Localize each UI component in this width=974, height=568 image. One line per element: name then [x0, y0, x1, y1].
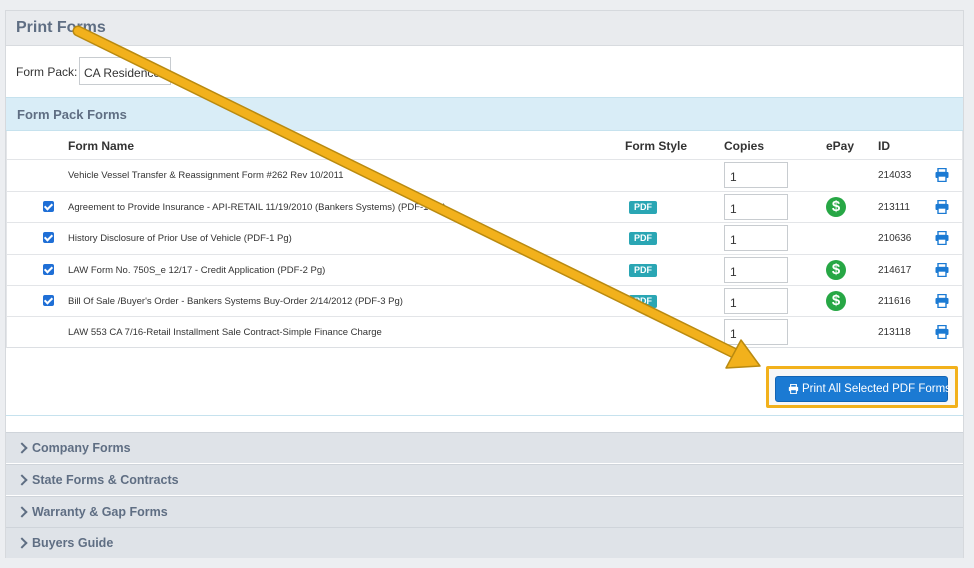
chevron-right-icon	[16, 537, 28, 549]
table-row: Bill Of Sale /Buyer's Order - Bankers Sy…	[7, 285, 962, 317]
print-all-selected-button[interactable]: Print All Selected PDF Forms	[775, 376, 951, 402]
chevron-right-icon	[16, 506, 28, 518]
print-icon[interactable]	[935, 168, 949, 182]
accordion-label: Warranty & Gap Forms	[32, 505, 168, 519]
form-pack-label: Form Pack:	[16, 65, 78, 79]
form-id: 211616	[878, 296, 911, 307]
form-id: 210636	[878, 233, 912, 244]
epay-dollar-icon[interactable]: $	[826, 197, 846, 217]
row-checkbox[interactable]	[43, 232, 54, 243]
accordion-state-forms[interactable]: State Forms & Contracts	[6, 464, 963, 495]
table-row: LAW Form No. 750S_e 12/17 - Credit Appli…	[7, 254, 962, 286]
print-all-selected-label: Print All Selected PDF Forms	[802, 383, 951, 395]
form-pack-select[interactable]: CA Residence	[79, 57, 171, 85]
form-pack-row: Form Pack: CA Residence	[6, 46, 963, 97]
table-row: LAW 553 CA 7/16-Retail Installment Sale …	[7, 316, 962, 348]
copies-input[interactable]: 1	[724, 288, 788, 314]
form-id: 213111	[878, 202, 910, 213]
pdf-badge: PDF	[629, 295, 657, 308]
print-forms-panel: Print Forms Form Pack: CA Residence Form…	[5, 10, 964, 558]
pdf-badge: PDF	[629, 232, 657, 245]
row-checkbox[interactable]	[43, 264, 54, 275]
table-row: Agreement to Provide Insurance - API-RET…	[7, 191, 962, 223]
form-pack-forms-header: Form Pack Forms	[6, 97, 963, 131]
row-checkbox[interactable]	[43, 295, 54, 306]
print-icon[interactable]	[935, 231, 949, 245]
row-checkbox[interactable]	[43, 201, 54, 212]
header-form-style: Form Style	[625, 139, 688, 153]
panel-title: Print Forms	[16, 19, 106, 36]
form-id: 214033	[878, 170, 912, 181]
print-icon[interactable]	[935, 200, 949, 214]
header-copies: Copies	[724, 139, 765, 153]
header-form-name: Form Name	[68, 139, 135, 153]
accordion-warranty-gap-forms[interactable]: Warranty & Gap Forms	[6, 496, 963, 527]
pdf-badge: PDF	[629, 264, 657, 277]
form-name: Bill Of Sale /Buyer's Order - Bankers Sy…	[68, 296, 403, 307]
epay-dollar-icon[interactable]: $	[826, 291, 846, 311]
pdf-badge: PDF	[629, 201, 657, 214]
copies-input[interactable]: 1	[724, 162, 788, 188]
copies-input[interactable]: 1	[724, 194, 788, 220]
forms-table: Form Name Form Style Copies ePay ID Vehi…	[6, 131, 963, 348]
form-name: LAW Form No. 750S_e 12/17 - Credit Appli…	[68, 265, 326, 276]
header-epay: ePay	[826, 139, 855, 153]
chevron-right-icon	[16, 474, 28, 486]
form-pack-forms-title: Form Pack Forms	[17, 107, 127, 122]
table-row: Vehicle Vessel Transfer & Reassignment F…	[7, 159, 962, 191]
accordion-buyers-guide[interactable]: Buyers Guide	[6, 527, 963, 558]
accordion-label: Company Forms	[32, 441, 131, 455]
form-name: LAW 553 CA 7/16-Retail Installment Sale …	[68, 327, 382, 338]
print-icon[interactable]	[935, 294, 949, 308]
form-name: Agreement to Provide Insurance - API-RET…	[68, 202, 446, 213]
form-name: History Disclosure of Prior Use of Vehic…	[68, 233, 292, 244]
copies-input[interactable]: 1	[724, 257, 788, 283]
form-id: 213118	[878, 327, 911, 338]
chevron-right-icon	[16, 442, 28, 454]
epay-dollar-icon[interactable]: $	[826, 260, 846, 280]
accordion-company-forms[interactable]: Company Forms	[6, 432, 963, 463]
print-icon	[788, 384, 799, 394]
print-icon[interactable]	[935, 325, 949, 339]
form-name: Vehicle Vessel Transfer & Reassignment F…	[68, 170, 344, 181]
print-button-highlight: Print All Selected PDF Forms	[766, 366, 958, 408]
print-icon[interactable]	[935, 263, 949, 277]
header-id: ID	[878, 139, 890, 153]
copies-input[interactable]: 1	[724, 319, 788, 345]
accordion-label: State Forms & Contracts	[32, 473, 179, 487]
accordion-label: Buyers Guide	[32, 536, 114, 550]
panel-header: Print Forms	[6, 11, 963, 46]
table-row: History Disclosure of Prior Use of Vehic…	[7, 222, 962, 254]
form-id: 214617	[878, 265, 912, 276]
copies-input[interactable]: 1	[724, 225, 788, 251]
